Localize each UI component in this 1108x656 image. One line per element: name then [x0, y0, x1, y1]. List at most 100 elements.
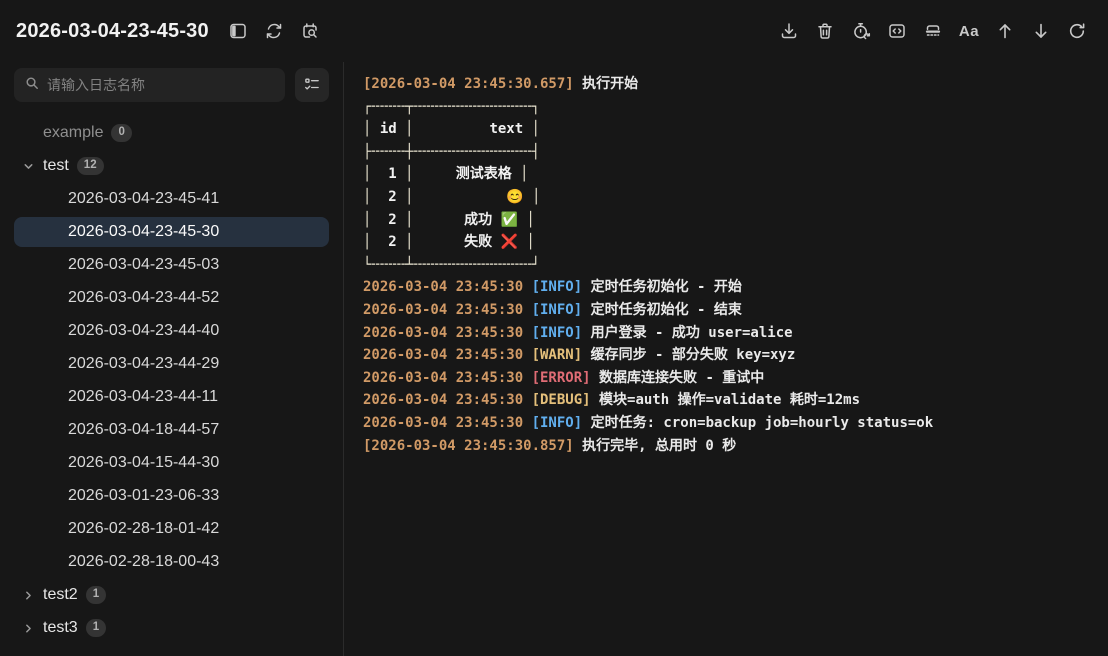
table-cell-text: 失败 ❌: [414, 234, 527, 250]
log-tree: example 0 test 12 2026-03-04-23-45-41202…: [14, 118, 329, 643]
log-file-name: 2026-03-04-23-45-41: [68, 190, 219, 208]
log-message: 定时任务初始化 - 结束: [591, 302, 742, 318]
log-file-item[interactable]: 2026-03-04-23-44-11: [14, 382, 329, 412]
chevron-right-icon: [20, 620, 36, 636]
ascii-table-line: ┌╌╌╌╌┬╌╌╌╌╌╌╌╌╌╌╌╌╌╌┐: [363, 96, 1108, 119]
toggle-divider-button[interactable]: [918, 16, 948, 46]
auto-refresh-timer-button[interactable]: [846, 16, 876, 46]
scroll-to-top-button[interactable]: [990, 16, 1020, 46]
top-bar: 2026-03-04-23-45-30 Aa: [0, 0, 1108, 62]
font-size-icon: Aa: [959, 23, 979, 40]
table-cell-id: id: [371, 121, 405, 137]
log-file-item[interactable]: 2026-03-04-18-44-57: [14, 415, 329, 445]
log-file-item[interactable]: 2026-02-28-18-01-42: [14, 514, 329, 544]
table-border: │: [526, 234, 534, 250]
log-file-name: 2026-03-04-23-45-30: [68, 223, 219, 241]
ascii-table: ┌╌╌╌╌┬╌╌╌╌╌╌╌╌╌╌╌╌╌╌┐│ id │ text │├╌╌╌╌┼…: [363, 96, 1108, 277]
log-file-list: 2026-03-04-23-45-41 2026-03-04-23-45-30 20…: [14, 184, 329, 577]
calendar-search-icon: [300, 21, 320, 41]
panel-left-icon: [228, 21, 248, 41]
refresh-icon: [264, 21, 284, 41]
log-file-item[interactable]: 2026-03-01-23-06-33: [14, 481, 329, 511]
reload-icon: [1067, 21, 1087, 41]
sidebar-group-test2[interactable]: test2 1: [14, 580, 329, 610]
log-viewer-pane: [2026-03-04 23:45:30.657]执行开始 ┌╌╌╌╌┬╌╌╌╌…: [344, 62, 1108, 656]
font-size-button[interactable]: Aa: [954, 16, 984, 46]
log-file-name: 2026-03-04-23-44-40: [68, 322, 219, 340]
log-end-line: [2026-03-04 23:45:30.857]执行完毕, 总用时 0 秒: [363, 435, 1108, 458]
log-file-item[interactable]: 2026-03-04-23-44-29: [14, 349, 329, 379]
log-message: 执行开始: [582, 76, 638, 92]
log-level-badge: [INFO]: [532, 302, 583, 318]
ascii-table-line: │ 2 │ 😊 │: [363, 186, 1108, 209]
app-shell: example 0 test 12 2026-03-04-23-45-41202…: [0, 62, 1108, 656]
count-badge: 1: [86, 619, 106, 637]
refresh-list-button[interactable]: [259, 16, 289, 46]
log-timestamp: 2026-03-04 23:45:30: [363, 302, 523, 318]
group-label: example: [43, 124, 103, 142]
log-file-name: 2026-03-04-23-44-11: [68, 388, 218, 406]
count-badge: 0: [111, 124, 131, 142]
chevron-down-icon: [20, 158, 36, 174]
search-input[interactable]: [47, 77, 275, 93]
ascii-table-line: │ 1 │ 测试表格 │: [363, 163, 1108, 186]
group-label: test2: [43, 586, 78, 604]
scroll-to-bottom-button[interactable]: [1026, 16, 1056, 46]
table-border: │: [526, 212, 534, 228]
log-entry: 2026-03-04 23:45:30[INFO]用户登录 - 成功 user=…: [363, 322, 1108, 345]
log-file-name: 2026-03-04-18-44-57: [68, 421, 219, 439]
log-level-badge: [DEBUG]: [532, 392, 591, 408]
search-box[interactable]: [14, 68, 285, 102]
table-border: ├╌╌╌╌┼╌╌╌╌╌╌╌╌╌╌╌╌╌╌┤: [363, 144, 540, 160]
log-file-name: 2026-03-04-23-45-03: [68, 256, 219, 274]
section-divider-icon: [923, 21, 943, 41]
toggle-sidebar-button[interactable]: [223, 16, 253, 46]
search-logs-by-date-button[interactable]: [295, 16, 325, 46]
log-file-item[interactable]: 2026-02-28-18-00-43: [14, 547, 329, 577]
sidebar-group-test3[interactable]: test3 1: [14, 613, 329, 643]
toggle-code-view-button[interactable]: [882, 16, 912, 46]
log-file-name: 2026-03-04-15-44-30: [68, 454, 219, 472]
trash-icon: [815, 21, 835, 41]
search-row: [14, 68, 329, 102]
log-console: [2026-03-04 23:45:30.657]执行开始 ┌╌╌╌╌┬╌╌╌╌…: [363, 73, 1108, 457]
ascii-table-line: │ id │ text │: [363, 118, 1108, 141]
chevron-spacer: [20, 125, 36, 141]
count-badge: 12: [77, 157, 104, 175]
code-block-icon: [887, 21, 907, 41]
log-file-name: 2026-03-01-23-06-33: [68, 487, 219, 505]
log-timestamp: 2026-03-04 23:45:30: [363, 325, 523, 341]
log-level-badge: [INFO]: [532, 279, 583, 295]
download-log-button[interactable]: [774, 16, 804, 46]
reload-log-button[interactable]: [1062, 16, 1092, 46]
log-timestamp: 2026-03-04 23:45:30: [363, 279, 523, 295]
table-cell-text: text: [414, 121, 532, 137]
log-entry: 2026-03-04 23:45:30[DEBUG]模块=auth 操作=val…: [363, 389, 1108, 412]
log-timestamp: [2026-03-04 23:45:30.857]: [363, 438, 574, 454]
log-file-item[interactable]: 2026-03-04-23-45-03: [14, 250, 329, 280]
arrow-up-icon: [995, 21, 1015, 41]
log-level-badge: [ERROR]: [532, 370, 591, 386]
arrow-down-icon: [1031, 21, 1051, 41]
ascii-table-line: │ 2 │ 失败 ❌ │: [363, 231, 1108, 254]
group-label: test: [43, 157, 69, 175]
table-cell-id: 1: [371, 166, 405, 182]
log-file-item[interactable]: 2026-03-04-23-44-40: [14, 316, 329, 346]
filter-button[interactable]: [295, 68, 329, 102]
delete-log-button[interactable]: [810, 16, 840, 46]
sidebar-group-example[interactable]: example 0: [14, 118, 329, 148]
ascii-table-line: │ 2 │ 成功 ✅ │: [363, 209, 1108, 232]
log-timestamp: 2026-03-04 23:45:30: [363, 392, 523, 408]
download-icon: [779, 21, 799, 41]
log-file-item[interactable]: 2026-03-04-15-44-30: [14, 448, 329, 478]
log-file-item[interactable]: 2026-03-04-23-45-30: [14, 217, 329, 247]
table-border: │: [405, 166, 413, 182]
sidebar-group-test[interactable]: test 12: [14, 151, 329, 181]
log-message: 缓存同步 - 部分失败 key=xyz: [591, 347, 796, 363]
log-message: 数据库连接失败 - 重试中: [599, 370, 764, 386]
log-file-item[interactable]: 2026-03-04-23-44-52: [14, 283, 329, 313]
table-border: └╌╌╌╌┴╌╌╌╌╌╌╌╌╌╌╌╌╌╌┘: [363, 257, 540, 273]
page-title: 2026-03-04-23-45-30: [16, 20, 209, 43]
toolbar-left: [223, 16, 325, 46]
log-file-item[interactable]: 2026-03-04-23-45-41: [14, 184, 329, 214]
